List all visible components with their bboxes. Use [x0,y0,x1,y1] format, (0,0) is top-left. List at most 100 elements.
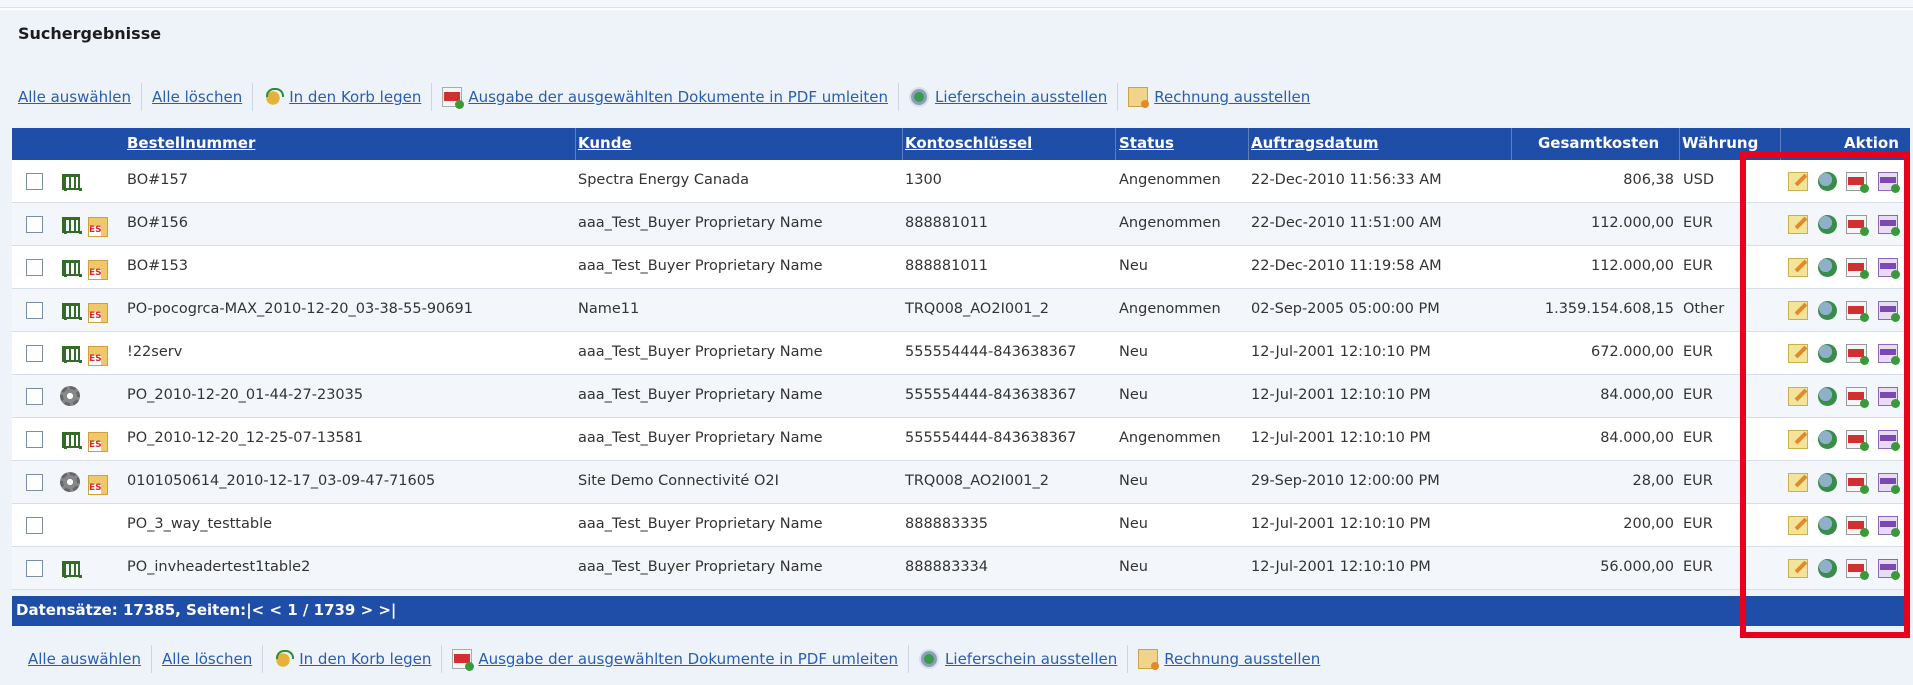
edit-icon[interactable] [1788,215,1808,234]
document-icon[interactable] [1878,344,1900,365]
globe-icon[interactable] [1818,172,1837,191]
header-account-key[interactable]: Kontoschlüssel [905,134,1032,152]
currency-cell: USD [1683,172,1714,188]
globe-icon[interactable] [1818,258,1837,277]
es-icon[interactable]: ES [88,303,108,323]
row-checkbox[interactable] [26,345,43,362]
edit-icon[interactable] [1788,258,1808,277]
edit-icon[interactable] [1788,344,1808,363]
cart-icon[interactable] [60,299,82,321]
es-icon[interactable]: ES [88,217,108,237]
header-divider [1511,128,1512,160]
order-number-cell[interactable]: BO#153 [127,258,188,274]
row-checkbox[interactable] [26,560,43,577]
pdf-export-icon[interactable] [1846,387,1869,408]
globe-icon[interactable] [1818,430,1837,449]
issue-delivery-note-link[interactable]: Lieferschein ausstellen [909,645,1129,673]
account-key-cell: TRQ008_AO2I001_2 [905,301,1050,317]
row-checkbox[interactable] [26,388,43,405]
document-icon[interactable] [1878,387,1900,408]
globe-icon[interactable] [1818,473,1837,492]
header-status[interactable]: Status [1119,134,1174,152]
row-checkbox[interactable] [26,259,43,276]
document-icon[interactable] [1878,473,1900,494]
select-all-link[interactable]: Alle auswählen [20,645,152,673]
add-to-cart-link[interactable]: In den Korb legen [263,645,443,673]
issue-invoice-link[interactable]: Rechnung ausstellen [1118,83,1320,111]
row-checkbox[interactable] [26,173,43,190]
es-icon[interactable]: ES [88,260,108,280]
export-pdf-link[interactable]: Ausgabe der ausgewählten Dokumente in PD… [432,83,900,111]
header-customer[interactable]: Kunde [578,134,632,152]
globe-icon[interactable] [1818,516,1837,535]
pagination-nav[interactable]: |< < 1 / 1739 > >| [246,601,396,619]
edit-icon[interactable] [1788,559,1808,578]
pdf-export-icon[interactable] [1846,172,1869,193]
order-number-cell[interactable]: BO#156 [127,215,188,231]
pdf-export-icon[interactable] [1846,473,1869,494]
cart-icon[interactable] [60,428,82,450]
cart-icon[interactable] [60,256,82,278]
row-checkbox[interactable] [26,216,43,233]
row-checkbox[interactable] [26,302,43,319]
globe-icon[interactable] [1818,301,1837,320]
row-checkbox[interactable] [26,517,43,534]
es-icon[interactable]: ES [88,346,108,366]
document-icon[interactable] [1878,301,1900,322]
globe-icon[interactable] [1818,344,1837,363]
clear-all-link[interactable]: Alle löschen [152,645,264,673]
header-order-date[interactable]: Auftragsdatum [1251,134,1379,152]
order-number-cell[interactable]: PO-pocogrca-MAX_2010-12-20_03-38-55-9069… [127,301,473,317]
header-order-number[interactable]: Bestellnummer [127,134,255,152]
gear-icon[interactable] [60,386,80,406]
add-to-cart-link[interactable]: In den Korb legen [253,83,433,111]
table-row: PO_3_way_testtable aaa_Test_Buyer Proprie… [12,504,1910,547]
document-icon[interactable] [1878,430,1900,451]
order-number-cell[interactable]: PO_2010-12-20_01-44-27-23035 [127,387,363,403]
document-icon[interactable] [1878,258,1900,279]
order-number-cell[interactable]: PO_3_way_testtable [127,516,272,532]
cart-icon[interactable] [60,557,82,579]
cart-icon[interactable] [60,170,82,192]
es-icon[interactable]: ES [88,475,108,495]
edit-icon[interactable] [1788,172,1808,191]
pdf-export-icon[interactable] [1846,215,1869,236]
order-date-cell: 12-Jul-2001 12:10:10 PM [1251,430,1431,446]
edit-icon[interactable] [1788,473,1808,492]
document-icon[interactable] [1878,172,1900,193]
document-icon[interactable] [1878,559,1900,580]
order-number-cell[interactable]: !22serv [127,344,182,360]
order-number-cell[interactable]: 0101050614_2010-12-17_03-09-47-71605 [127,473,435,489]
row-checkbox[interactable] [26,474,43,491]
cart-icon[interactable] [60,213,82,235]
globe-icon[interactable] [1818,387,1837,406]
select-all-link[interactable]: Alle auswählen [10,83,142,111]
pdf-export-icon[interactable] [1846,430,1869,451]
edit-icon[interactable] [1788,301,1808,320]
edit-icon[interactable] [1788,430,1808,449]
pdf-export-icon[interactable] [1846,301,1869,322]
pdf-export-icon[interactable] [1846,559,1869,580]
cart-icon[interactable] [60,342,82,364]
row-checkbox[interactable] [26,431,43,448]
document-icon[interactable] [1878,215,1900,236]
order-number-cell[interactable]: PO_invheadertest1table2 [127,559,310,575]
gear-icon[interactable] [60,472,80,492]
issue-invoice-link[interactable]: Rechnung ausstellen [1128,645,1330,673]
pdf-export-icon[interactable] [1846,258,1869,279]
edit-icon[interactable] [1788,516,1808,535]
order-number-cell[interactable]: PO_2010-12-20_12-25-07-13581 [127,430,363,446]
pdf-export-icon[interactable] [1846,516,1869,537]
document-icon[interactable] [1878,516,1900,537]
header-divider [902,128,903,160]
globe-icon[interactable] [1818,559,1837,578]
pdf-export-icon[interactable] [1846,344,1869,365]
es-icon[interactable]: ES [88,432,108,452]
issue-delivery-note-link[interactable]: Lieferschein ausstellen [899,83,1119,111]
clear-all-link[interactable]: Alle löschen [142,83,254,111]
order-number-cell[interactable]: BO#157 [127,172,188,188]
total-cell: 84.000,00 [1600,387,1674,403]
export-pdf-link[interactable]: Ausgabe der ausgewählten Dokumente in PD… [442,645,910,673]
globe-icon[interactable] [1818,215,1837,234]
edit-icon[interactable] [1788,387,1808,406]
